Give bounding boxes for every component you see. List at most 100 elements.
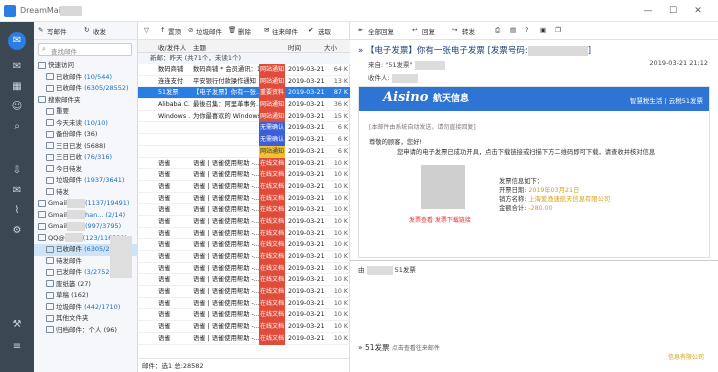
mail-row[interactable]: 无需确认 2019-03-21 6 K [138, 134, 350, 146]
tree-item[interactable]: 三日已收 (76/316) [34, 152, 138, 164]
mail-date: 2019-03-21 [288, 171, 325, 179]
mail-from: 语雀 [158, 264, 171, 272]
mail-row[interactable]: 语雀 语雀 | 语雀使用帮助 -... 在线文档 2019-03-21 10 K [138, 192, 350, 205]
pin-button[interactable]: 置顶 [168, 26, 181, 36]
tree-item[interactable]: 快速访问 [34, 60, 138, 72]
correspondence-row[interactable]: » 51发票 点击查看往来邮件 [358, 342, 440, 353]
tree-item[interactable]: 今天未读 (10/10) [34, 118, 138, 130]
mail-row[interactable]: 网站通知 2019-03-21 6 K [138, 145, 350, 158]
tree-item[interactable]: 已收邮件 (10/544) [34, 72, 138, 84]
tree-item[interactable]: 归档邮件：个人 (96) [34, 325, 138, 337]
tree-item[interactable]: 已收邮件 (6305/28552) [34, 83, 138, 95]
mail-row[interactable]: 连连支付 平安银行付款操作通知 网站通知 2019-03-21 13 K [138, 75, 350, 88]
tree-item[interactable]: 其他文件夹 [34, 313, 138, 325]
send-icon[interactable]: ✉ [9, 184, 25, 198]
tree-item[interactable]: 三日已发 (5688) [34, 141, 138, 153]
filter-button[interactable]: ▽ [144, 26, 149, 34]
mail-row[interactable]: Alibaba C...最後召集：阿里革事务…网站通知2019-03-21 36 … [138, 99, 350, 111]
mail-subject: 语雀 | 语雀使用帮助 -... [193, 217, 259, 225]
mail-row[interactable]: 数码商铺 数码商铺 * 会员通讯：1...网站通知2019-03-21 64 K [138, 64, 350, 76]
tree-item[interactable]: 草稿 (162) [34, 290, 138, 302]
maximize-button[interactable]: ☐ [665, 4, 681, 18]
calendar-icon[interactable]: ▦ [9, 80, 25, 94]
mail-date: 2019-03-21 [288, 206, 325, 214]
menu-icon[interactable]: ≡ [9, 340, 25, 354]
col-size[interactable]: 大小 [324, 42, 337, 52]
col-date[interactable]: 时间 [288, 42, 301, 52]
tree-item[interactable]: 废纸篓 (27) [34, 279, 138, 291]
pane-divider[interactable] [350, 260, 718, 261]
attachment-icon[interactable]: ⌇ [9, 204, 25, 218]
select-button[interactable]: 选取 [318, 26, 331, 36]
junk-button[interactable]: 垃圾邮件 [196, 26, 222, 36]
col-subject[interactable]: 主题 [193, 42, 206, 52]
invoice-links[interactable]: 发票查看 发票下载链接 [409, 215, 471, 224]
collapse-icon[interactable]: » [358, 46, 363, 56]
mail-subject: 【电子发票】你有一张... [193, 89, 259, 97]
mail-subject: 语雀 | 语雀使用帮助 -... [193, 276, 259, 284]
tree-item[interactable]: Gmail (1137/19491) [34, 198, 138, 210]
mail-icon[interactable]: ✉ [9, 60, 25, 74]
settings-icon[interactable]: ⚙ [9, 224, 25, 238]
mail-row[interactable]: 语雀 语雀 | 语雀使用帮助 -... 在线文档 2019-03-21 10 K [138, 180, 350, 193]
mail-row[interactable]: 语雀 语雀 | 语雀使用帮助 -... 在线文档 2019-03-21 10 K [138, 262, 350, 275]
mail-row[interactable]: 语雀 语雀 | 语雀使用帮助 -... 在线文档 2019-03-21 10 K [138, 297, 350, 310]
mail-row[interactable]: 语雀 语雀 | 语雀使用帮助 -... 在线文档 2019-03-21 10 K [138, 321, 350, 333]
mail-from: 语雀 [158, 182, 171, 190]
note-icon[interactable]: ▤ [510, 26, 516, 34]
col-from[interactable]: 收/发件人 [158, 42, 186, 52]
view-icon[interactable]: ▣ [540, 26, 546, 34]
reply-button[interactable]: 回复 [422, 26, 435, 36]
mail-row[interactable]: 51发票 【电子发票】你有一张... 重要资料 2019-03-21 87 K [138, 87, 350, 100]
inbox-icon[interactable]: ⇩ [9, 164, 25, 178]
forward-button[interactable]: 转发 [462, 26, 475, 36]
folder-icon [46, 142, 54, 149]
search-icon[interactable]: ⌕ [9, 120, 25, 134]
tree-item[interactable]: Gmail han... (2/14) [34, 210, 138, 222]
minimize-button[interactable]: — [640, 4, 656, 18]
mail-row[interactable]: 语雀 语雀 | 语雀使用帮助 -... 在线文档 2019-03-21 10 K [138, 169, 350, 181]
correspond-button[interactable]: 往来邮件 [272, 26, 298, 36]
tools-icon[interactable]: ⚒ [9, 318, 25, 332]
sender-blur [366, 265, 393, 275]
mail-size: 10 K [333, 159, 348, 167]
invoice-number-blur [527, 45, 588, 56]
mail-row[interactable]: 语雀 语雀 | 语雀使用帮助 -... 在线文档 2019-03-21 10 K [138, 215, 350, 228]
mail-row[interactable]: 语雀 语雀 | 语雀使用帮助 -... 在线文档 2019-03-21 10 K [138, 204, 350, 216]
copy-icon[interactable]: ❐ [555, 26, 561, 34]
tree-item[interactable]: 待发 [34, 187, 138, 199]
tree-item[interactable]: 搜索邮件夹 [34, 95, 138, 107]
reply-all-button[interactable]: 全部回复 [368, 26, 394, 36]
mail-row[interactable]: Windows ...为你最喜欢的 Windows...网站通知2019-03-… [138, 110, 350, 123]
mail-row[interactable]: 语雀 语雀 | 语雀使用帮助 -... 在线文档 2019-03-21 10 K [138, 332, 350, 345]
compose-button[interactable]: 写邮件 [47, 26, 67, 36]
list-status: 邮件：选1 总:28582 [138, 358, 350, 372]
tree-item[interactable]: 垃圾邮件 (442/1710) [34, 302, 138, 314]
draft-icon [46, 291, 54, 299]
receive-button[interactable]: 收发 [93, 26, 106, 36]
folder-search-input[interactable]: ⌕ 查找邮件 [38, 43, 132, 56]
mail-row[interactable]: 语雀 语雀 | 语雀使用帮助 -... 在线文档 2019-03-21 10 K [138, 251, 350, 263]
account-blur [60, 6, 82, 16]
collapse-icon[interactable]: » [358, 343, 363, 352]
delete-button[interactable]: 删除 [238, 26, 251, 36]
contacts-icon[interactable]: ☺ [9, 100, 25, 114]
tree-item[interactable]: 今日待发 [34, 164, 138, 176]
help-icon[interactable]: ? [525, 26, 528, 34]
print-icon[interactable]: ⎙ [495, 26, 500, 35]
mail-row[interactable]: 语雀 语雀 | 语雀使用帮助 -... 在线文档 2019-03-21 10 K [138, 157, 350, 170]
tree-item[interactable]: 重要 [34, 106, 138, 118]
mail-from: 语雀 [158, 159, 171, 167]
tree-item[interactable]: 备份邮件 (36) [34, 129, 138, 141]
mail-app-icon[interactable]: ✉ [8, 32, 26, 50]
tree-item[interactable]: 垃圾邮件 (1937/3641) [34, 175, 138, 187]
close-button[interactable]: ✕ [690, 4, 706, 18]
group-header[interactable]: 新邮：昨天 (共71个，未读1个) [138, 53, 350, 64]
mail-row[interactable]: 语雀 语雀 | 语雀使用帮助 -... 在线文档 2019-03-21 10 K [138, 239, 350, 252]
mail-row[interactable]: 语雀 语雀 | 语雀使用帮助 -... 在线文档 2019-03-21 10 K [138, 227, 350, 240]
mail-row[interactable]: 语雀 语雀 | 语雀使用帮助 -... 在线文档 2019-03-21 10 K [138, 286, 350, 298]
mail-row[interactable]: 语雀 语雀 | 语雀使用帮助 -... 在线文档 2019-03-21 10 K [138, 274, 350, 287]
mail-row[interactable]: 语雀 语雀 | 语雀使用帮助 -... 在线文档 2019-03-21 10 K [138, 309, 350, 322]
tree-item[interactable]: Gmail (997/3795) [34, 221, 138, 233]
mail-row[interactable]: 无需确认 2019-03-21 6 K [138, 122, 350, 135]
